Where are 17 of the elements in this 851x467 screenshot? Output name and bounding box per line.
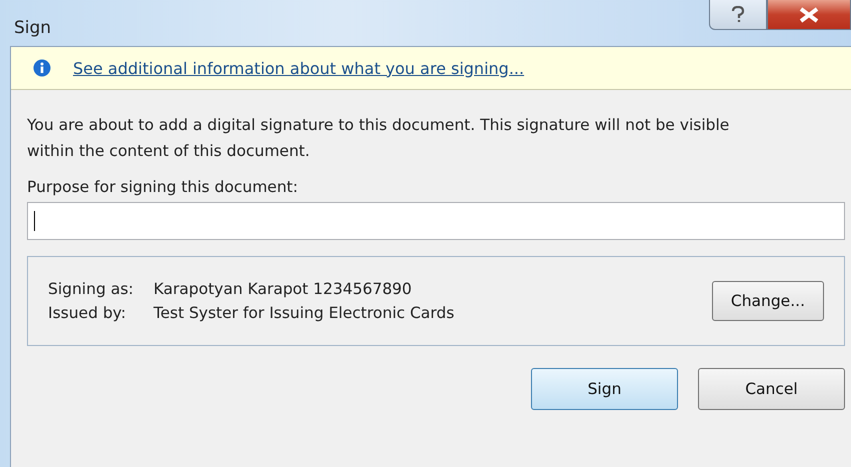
purpose-label: Purpose for signing this document: (27, 178, 299, 196)
certificate-label: Issued by: (48, 304, 127, 322)
purpose-input[interactable] (27, 202, 845, 240)
dialog-button[interactable]: Sign (531, 368, 678, 410)
dialog-button[interactable]: Cancel (698, 368, 845, 410)
help-button[interactable] (709, 0, 767, 30)
info-link[interactable]: See additional information about what you are signing... (73, 58, 524, 78)
certificate-value: Karapotyan Karapot 1234567890 (154, 280, 413, 298)
certificate-label: Signing as: (48, 280, 134, 298)
message-text: You are about to add a digital signature to this document. This signature will not be visible within the content of this document. (27, 115, 730, 162)
certificate-value: Test Syster for Issuing Electronic Cards (154, 304, 454, 322)
close-icon (798, 6, 820, 22)
help-icon (731, 6, 745, 24)
info-icon (33, 59, 51, 77)
change-button[interactable]: Change... (712, 281, 824, 321)
window-title: Sign (14, 18, 52, 38)
close-button[interactable] (767, 0, 851, 30)
